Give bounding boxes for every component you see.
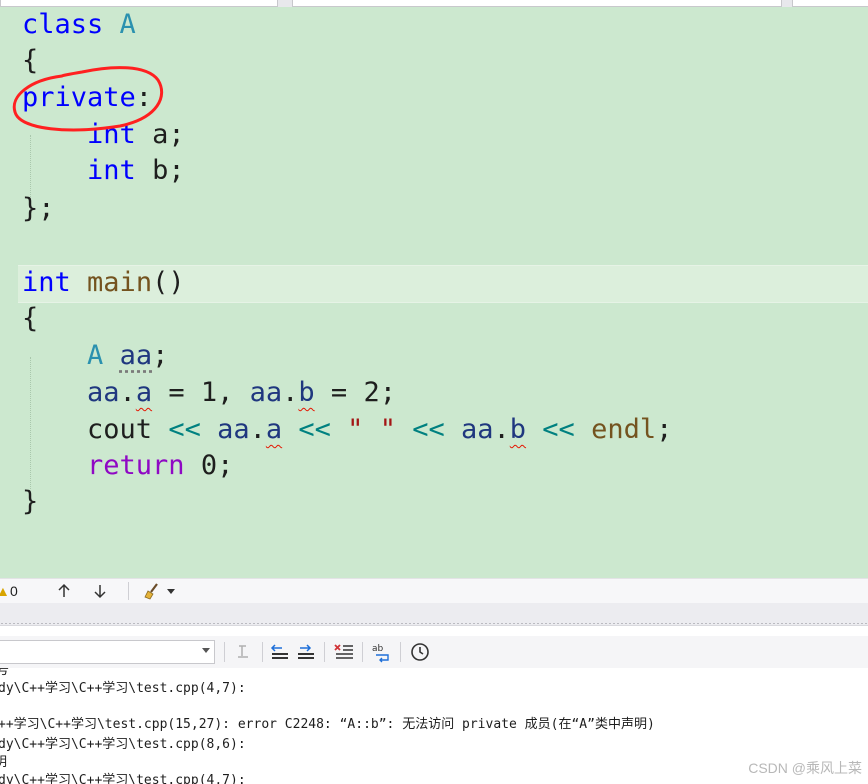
panel-resize-grip[interactable] <box>0 622 868 625</box>
cout: cout <box>87 414 169 445</box>
variable-aa: aa <box>444 414 494 445</box>
code-line-6: }; <box>22 191 55 227</box>
class-scope-dropdown[interactable] <box>292 0 782 7</box>
stream-operator: << <box>526 414 575 445</box>
member-a-error: a <box>135 377 153 408</box>
toolbar-separator <box>224 642 225 662</box>
warning-count[interactable]: 0 <box>10 582 18 600</box>
file-scope-dropdown[interactable] <box>0 0 278 7</box>
code-line-1: class A <box>22 7 136 43</box>
code-line-13: return 0; <box>22 448 233 484</box>
output-line: dy\C++学习\C++学习\test.cpp(8,6): <box>0 737 246 752</box>
prev-message-icon[interactable] <box>268 640 292 664</box>
close-brace: }; <box>22 193 55 224</box>
editor-status-bar: ▲ 0 <box>0 578 868 604</box>
type-A: A <box>87 340 104 371</box>
member-b-error: b <box>298 377 315 408</box>
variable-aa: aa <box>249 377 283 408</box>
keyword-int: int <box>87 155 136 186</box>
member-decl: a; <box>135 119 185 150</box>
stream-operator: << <box>168 414 201 445</box>
output-source-dropdown[interactable] <box>0 640 215 664</box>
code-line-4: int a; <box>22 117 185 153</box>
dot: . <box>119 377 136 408</box>
toolbar-separator <box>400 642 401 662</box>
keyword-int: int <box>22 267 71 298</box>
output-line: dy\C++学习\C++学习\test.cpp(4,7): <box>0 773 246 784</box>
code-line-5: int b; <box>22 153 185 189</box>
arrow-up-icon[interactable] <box>56 582 74 600</box>
class-name: A <box>119 9 136 40</box>
keyword-int: int <box>87 119 136 150</box>
assign-text: = 1, <box>152 377 250 408</box>
parens: () <box>152 267 185 298</box>
stream-operator: << <box>282 414 331 445</box>
colon: : <box>135 82 153 113</box>
toolbar-separator <box>324 642 325 662</box>
code-line-11: aa.a = 1, aa.b = 2; <box>22 375 396 411</box>
member-a-error: a <box>265 414 283 445</box>
assign-text: = 2; <box>314 377 396 408</box>
clear-all-icon[interactable] <box>332 640 356 664</box>
return-value: 0; <box>184 450 234 481</box>
brush-dropdown-arrow-icon[interactable] <box>166 582 176 600</box>
csdn-watermark: CSDN @乘风上菜 <box>748 760 862 776</box>
output-toolbar: ab <box>0 636 868 668</box>
output-line: 号 <box>0 668 10 678</box>
dot: . <box>282 377 299 408</box>
output-line: dy\C++学习\C++学习\test.cpp(4,7): <box>0 681 246 696</box>
status-separator <box>128 582 129 600</box>
string-literal: " " <box>330 414 396 445</box>
code-editor[interactable]: class A { private: int a; int b; }; int … <box>0 7 868 578</box>
toolbar-separator <box>362 642 363 662</box>
function-main: main <box>87 267 153 298</box>
variable-aa: aa <box>87 377 120 408</box>
timestamp-clock-icon[interactable] <box>408 640 432 664</box>
navigation-bar <box>0 0 868 7</box>
open-brace: { <box>22 303 39 334</box>
stream-operator: << <box>395 414 445 445</box>
variable-aa: aa <box>200 414 250 445</box>
dot: . <box>493 414 510 445</box>
dot: . <box>249 414 266 445</box>
toolbar-separator <box>262 642 263 662</box>
endl: endl <box>574 414 657 445</box>
semicolon: ; <box>656 414 673 445</box>
code-line-14: } <box>22 484 38 520</box>
semicolon: ; <box>152 340 169 371</box>
code-line-9: { <box>22 301 38 337</box>
arrow-down-icon[interactable] <box>92 582 110 600</box>
code-line-2: { <box>22 43 38 79</box>
chevron-down-icon <box>202 648 210 653</box>
member-scope-dropdown[interactable] <box>792 0 868 7</box>
word-wrap-icon[interactable]: ab <box>370 640 394 664</box>
cleanup-brush-icon[interactable] <box>144 582 166 600</box>
keyword-class: class <box>22 9 104 40</box>
find-in-output-icon[interactable] <box>232 640 256 664</box>
output-line: 明 <box>0 755 8 770</box>
svg-text:ab: ab <box>372 644 384 654</box>
variable-aa: aa <box>119 340 153 371</box>
keyword-return: return <box>87 450 185 481</box>
output-line-error: ++学习\C++学习\test.cpp(15,27): error C2248:… <box>0 717 655 732</box>
code-line-10: A aa; <box>22 338 168 374</box>
member-decl: b; <box>135 155 185 186</box>
output-pane[interactable]: 号 dy\C++学习\C++学习\test.cpp(4,7): ++学习\C++… <box>0 668 868 784</box>
open-brace: { <box>22 45 39 76</box>
code-line-12: cout << aa.a << " " << aa.b << endl; <box>22 412 672 448</box>
output-panel-header <box>0 603 868 626</box>
warning-icon[interactable]: ▲ <box>0 582 10 600</box>
next-message-icon[interactable] <box>294 640 318 664</box>
code-line-3: private: <box>22 80 152 116</box>
keyword-private: private <box>22 82 136 113</box>
close-brace: } <box>22 486 39 517</box>
code-line-8: int main() <box>22 265 185 301</box>
member-b-error: b <box>509 414 527 445</box>
